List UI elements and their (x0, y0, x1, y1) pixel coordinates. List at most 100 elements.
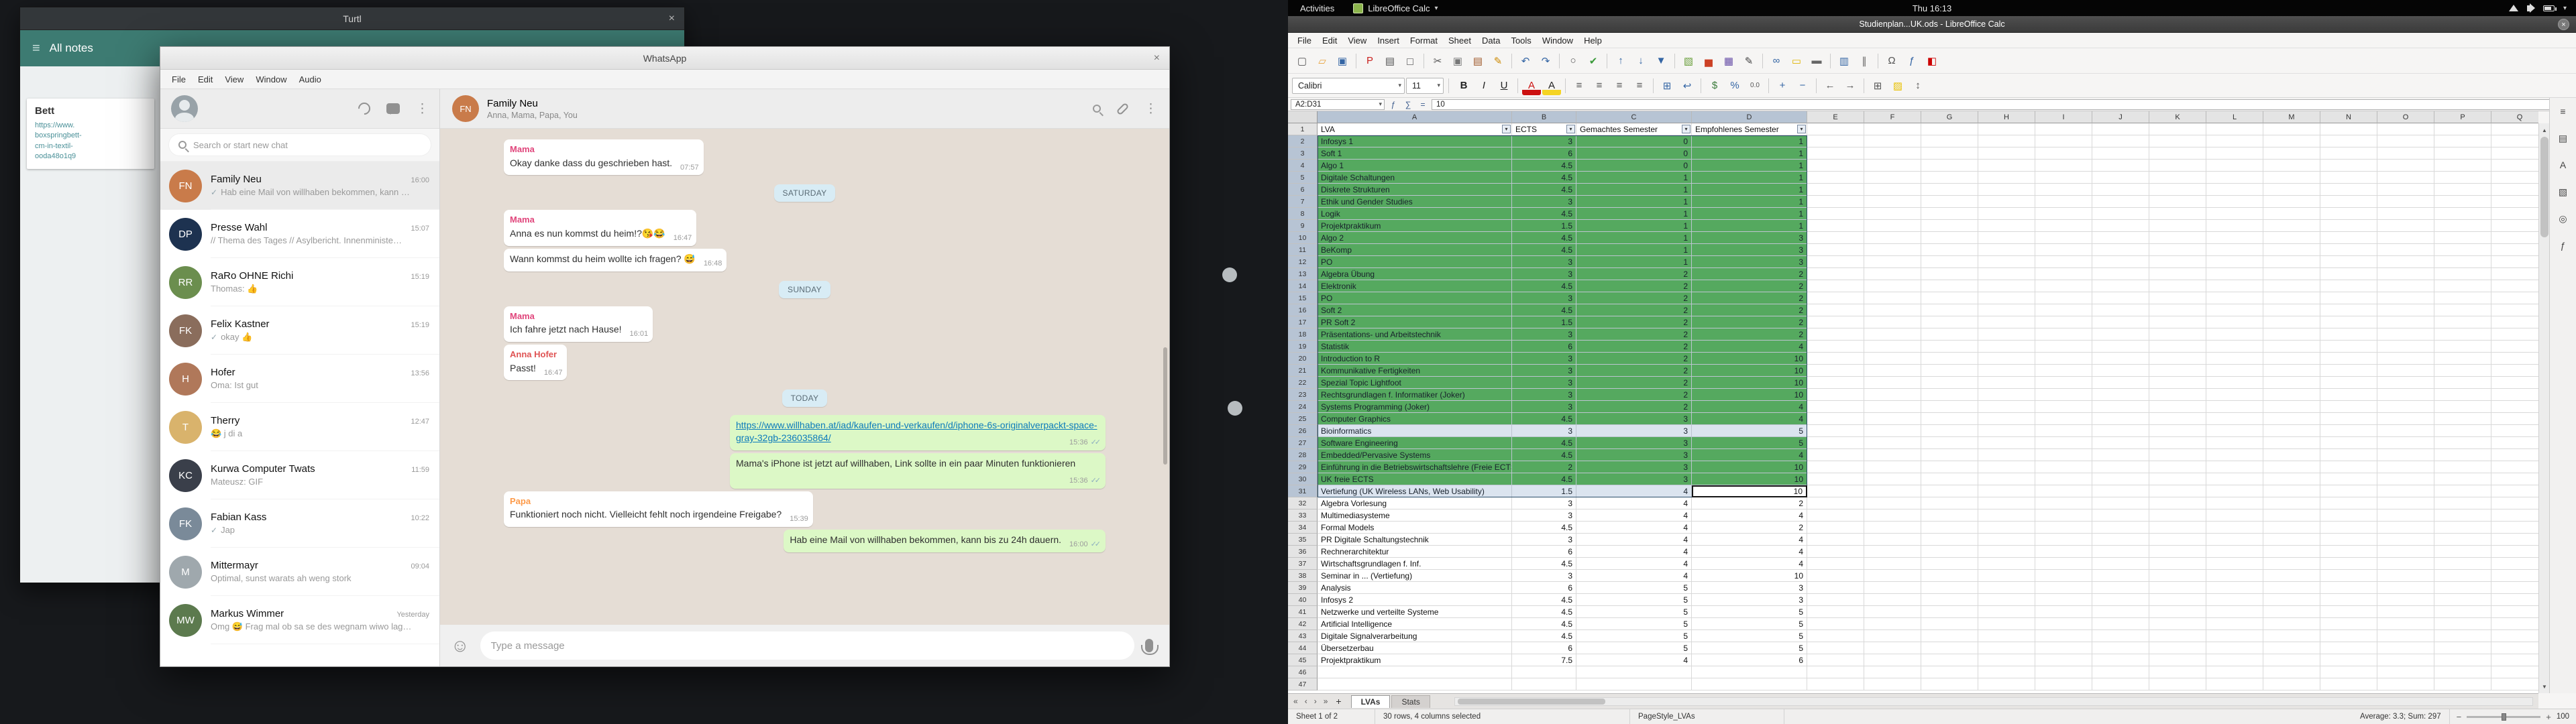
cell[interactable] (2434, 413, 2491, 425)
cell[interactable] (1978, 316, 2035, 328)
scrollbar-thumb[interactable] (2540, 137, 2548, 237)
cell[interactable]: 2 (1576, 389, 1692, 401)
open-icon[interactable]: ▱ (1313, 52, 1332, 70)
cell[interactable] (1807, 654, 1864, 666)
vertical-scrollbar[interactable]: ▲ ▼ (2538, 123, 2549, 693)
cell[interactable] (2092, 135, 2149, 147)
cell[interactable]: Logik (1318, 208, 1512, 220)
cell[interactable] (1807, 509, 1864, 522)
calc-titlebar[interactable]: Studienplan...UK.ods - LibreOffice Calc … (1288, 16, 2576, 33)
cell[interactable] (2434, 449, 2491, 461)
cell[interactable] (1978, 509, 2035, 522)
cell[interactable] (2092, 594, 2149, 606)
cell[interactable]: 1 (1576, 184, 1692, 196)
cell[interactable] (2035, 147, 2092, 160)
row-header[interactable]: 5 (1288, 172, 1318, 184)
cell[interactable] (2206, 353, 2263, 365)
cell[interactable] (2263, 232, 2320, 244)
cell[interactable] (1921, 280, 1978, 292)
cell[interactable] (2035, 256, 2092, 268)
cell[interactable] (2206, 522, 2263, 534)
row-header[interactable]: 8 (1288, 208, 1318, 220)
cell[interactable] (2035, 642, 2092, 654)
cell[interactable] (2263, 437, 2320, 449)
cell[interactable] (2434, 123, 2491, 135)
print-icon[interactable]: ▤ (1381, 52, 1399, 70)
cell[interactable] (2263, 534, 2320, 546)
cell[interactable]: 4 (1576, 546, 1692, 558)
cell[interactable]: 2 (1512, 461, 1576, 473)
cell[interactable] (2206, 485, 2263, 497)
draw-functions-icon[interactable]: ✎ (1739, 52, 1758, 70)
cell[interactable] (2434, 594, 2491, 606)
cell[interactable] (2206, 618, 2263, 630)
cell[interactable] (2491, 172, 2538, 184)
cell[interactable] (2320, 437, 2377, 449)
cell[interactable] (1807, 606, 1864, 618)
autofilter-button[interactable]: ▾ (1566, 125, 1575, 133)
cell[interactable]: 4.5 (1512, 160, 1576, 172)
cell[interactable]: 4 (1576, 497, 1692, 509)
find-replace-icon[interactable]: ○ (1564, 52, 1582, 70)
add-sheet-icon[interactable]: + (1332, 696, 1345, 707)
first-sheet-icon[interactable]: « (1291, 697, 1301, 706)
cell[interactable]: 2 (1692, 316, 1807, 328)
cell[interactable] (1807, 497, 1864, 509)
cell[interactable]: 3 (1692, 594, 1807, 606)
cell[interactable] (2491, 341, 2538, 353)
cell[interactable] (2206, 437, 2263, 449)
cell[interactable] (2320, 377, 2377, 389)
cell[interactable]: 2 (1692, 497, 1807, 509)
new-icon[interactable]: ▢ (1293, 52, 1311, 70)
search-icon[interactable] (1093, 105, 1101, 113)
cell[interactable]: 2 (1576, 316, 1692, 328)
cell[interactable] (1864, 509, 1921, 522)
cell[interactable] (2092, 232, 2149, 244)
cell[interactable] (2149, 654, 2206, 666)
cell[interactable]: 3 (1512, 268, 1576, 280)
cell[interactable] (1978, 606, 2035, 618)
cell[interactable] (2434, 461, 2491, 473)
cell[interactable] (2320, 147, 2377, 160)
cell[interactable] (2377, 341, 2434, 353)
cell[interactable] (2491, 606, 2538, 618)
cell[interactable] (2149, 642, 2206, 654)
cell[interactable] (2092, 425, 2149, 437)
cell[interactable] (2092, 497, 2149, 509)
cell[interactable]: 2 (1576, 353, 1692, 365)
cell[interactable] (1807, 268, 1864, 280)
cell[interactable] (2377, 594, 2434, 606)
cell[interactable]: 4.5 (1512, 172, 1576, 184)
cell[interactable] (2149, 509, 2206, 522)
cell[interactable] (2263, 268, 2320, 280)
cell[interactable] (2035, 220, 2092, 232)
cell[interactable] (2377, 401, 2434, 413)
cell[interactable] (1921, 256, 1978, 268)
close-icon[interactable]: × (669, 13, 675, 25)
cell[interactable] (2377, 630, 2434, 642)
cell[interactable] (2491, 304, 2538, 316)
cell[interactable] (2263, 316, 2320, 328)
row-header[interactable]: 1 (1288, 123, 1318, 135)
column-header-A[interactable]: A (1318, 111, 1512, 123)
cell[interactable] (2377, 220, 2434, 232)
cell[interactable] (2434, 473, 2491, 485)
autofilter-button[interactable]: ▾ (1797, 125, 1806, 133)
cell[interactable] (2263, 341, 2320, 353)
cell[interactable] (2092, 353, 2149, 365)
conditional-formatting-icon[interactable]: ◧ (1923, 52, 1941, 70)
cell[interactable] (2320, 485, 2377, 497)
cell[interactable] (2206, 534, 2263, 546)
cell[interactable] (1576, 666, 1692, 678)
cell[interactable] (1864, 606, 1921, 618)
cell[interactable] (2491, 292, 2538, 304)
cell[interactable] (2434, 654, 2491, 666)
cell[interactable] (2035, 328, 2092, 341)
cell[interactable] (1978, 123, 2035, 135)
name-box[interactable]: A2:D31 ▾ (1291, 99, 1385, 110)
cell[interactable] (2434, 256, 2491, 268)
cell[interactable] (2149, 341, 2206, 353)
cell[interactable]: 3 (1576, 449, 1692, 461)
cell[interactable] (2206, 642, 2263, 654)
cell[interactable] (1807, 473, 1864, 485)
